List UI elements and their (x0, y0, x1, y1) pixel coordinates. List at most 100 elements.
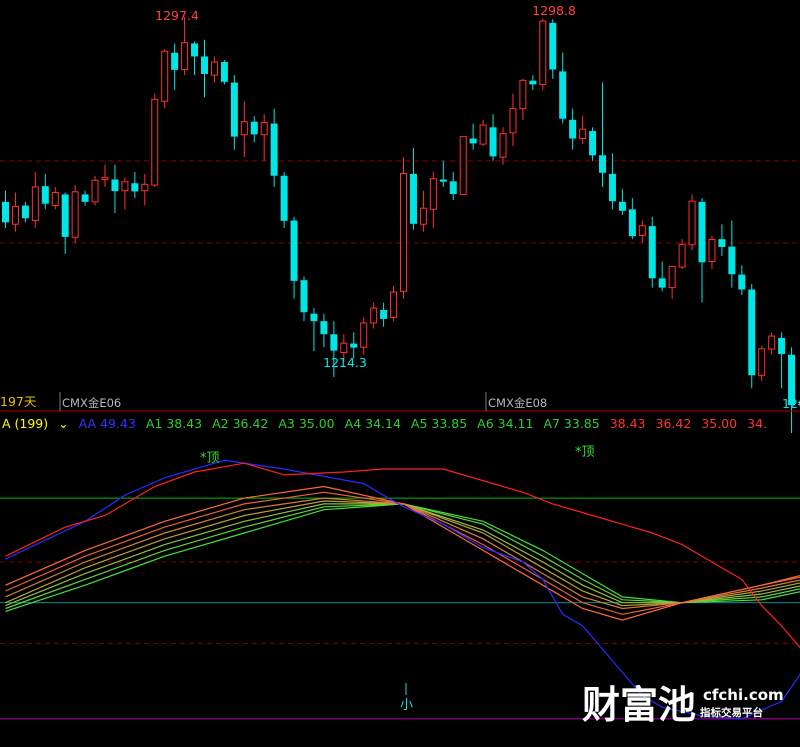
candle-body (419, 207, 427, 225)
candle-body (628, 209, 636, 237)
candle-body (71, 191, 79, 238)
candle (220, 60, 228, 85)
legend-item: A6 34.11 (477, 416, 533, 431)
candle (280, 172, 288, 228)
legend-item: 34. (747, 416, 767, 431)
candle-body (618, 201, 626, 211)
high-price-label: 1298.8 (532, 3, 576, 18)
legend-item: A7 33.85 (543, 416, 599, 431)
candle-body (489, 127, 497, 157)
legend-item: A1 38.43 (146, 416, 202, 431)
candle-body (280, 175, 288, 221)
candle-body (778, 337, 786, 354)
candle-body (409, 173, 417, 224)
candle-body (21, 205, 29, 219)
contract-label: CMX金E08 (488, 396, 547, 410)
candle-body (171, 52, 179, 70)
candle (91, 175, 99, 206)
edge-price-label: 12€ (782, 396, 800, 411)
top-signal-marker: *顶 (200, 451, 220, 466)
candle (758, 345, 766, 381)
candle-body (549, 22, 557, 70)
candle-body (459, 136, 467, 195)
candle-body (519, 79, 527, 110)
candle (539, 18, 547, 91)
watermark-brand: 财富池 (582, 683, 696, 727)
candle-body (728, 246, 736, 275)
candle-body (91, 179, 99, 203)
candle-body (539, 20, 547, 85)
legend-item: A4 34.14 (345, 416, 401, 431)
legend-item: ⌄ (58, 416, 68, 431)
candle-body (738, 274, 746, 290)
candle-body (320, 321, 328, 335)
candle-body (240, 121, 248, 136)
candle-body (2, 201, 9, 223)
candle-body (161, 50, 169, 102)
legend-item: 38.43 (610, 416, 646, 431)
contract-label: CMX金E06 (62, 396, 121, 410)
candle-body (201, 56, 208, 74)
candle-body (141, 183, 149, 192)
candle-body (509, 108, 517, 134)
candle-body (758, 348, 766, 376)
watermark-tagline: 指标交易平台 (700, 706, 763, 719)
candle-body (310, 313, 318, 322)
candle-body (290, 220, 298, 281)
candle-body (210, 61, 218, 76)
candle (161, 49, 169, 109)
candle-body (678, 243, 686, 268)
candle-body (360, 322, 368, 348)
candle-body (350, 343, 358, 348)
candle-body (688, 200, 696, 246)
candle (688, 194, 696, 251)
candle (151, 93, 159, 187)
candle-body (270, 123, 278, 176)
candle (648, 216, 656, 288)
candle-body (111, 179, 119, 192)
legend-item: 36.42 (656, 416, 692, 431)
candle-body (718, 239, 726, 247)
candle-body (608, 173, 616, 202)
candle-body (708, 239, 716, 263)
legend-item: A5 33.85 (411, 416, 467, 431)
candle-body (260, 121, 268, 136)
candle-body (439, 179, 447, 182)
candle-body (390, 291, 398, 318)
candle-body (31, 186, 39, 222)
top-signal-marker: *顶 (575, 445, 595, 460)
chart-stage: 1297.4 1298.8 1214.3 12€ 197天 CMX金E06 CM… (0, 0, 800, 747)
candle-body (698, 201, 706, 263)
high-price-label: 1297.4 (155, 8, 199, 23)
bottom-signal-marker: 小 (400, 698, 413, 713)
candle-body (250, 121, 258, 135)
candle-body (579, 128, 587, 139)
legend-item: A3 35.00 (278, 416, 334, 431)
legend-item: 35.00 (701, 416, 737, 431)
candle (459, 136, 467, 195)
candle-body (181, 42, 189, 71)
candle-body (429, 178, 437, 210)
candle-body (469, 138, 477, 144)
candle-body (589, 131, 597, 156)
candle-body (380, 309, 388, 319)
legend-item: A (199) (2, 416, 48, 431)
candle-body (370, 307, 378, 324)
candle-body (658, 278, 666, 288)
candle-body (748, 289, 756, 376)
candle-body (768, 335, 776, 350)
watermark-domain: cfchi.com (703, 686, 784, 704)
candle-body (648, 226, 656, 279)
candle-body (121, 181, 129, 192)
period-label: 197天 (0, 394, 37, 409)
candle (400, 157, 407, 299)
candle-body (220, 62, 228, 82)
candle (748, 283, 756, 389)
candle-body (499, 133, 507, 158)
candle-body (529, 80, 537, 85)
candle-body (131, 183, 139, 192)
candle-body (668, 265, 676, 289)
candle-body (81, 194, 89, 202)
candle-body (151, 98, 159, 186)
candle-body (300, 280, 308, 313)
